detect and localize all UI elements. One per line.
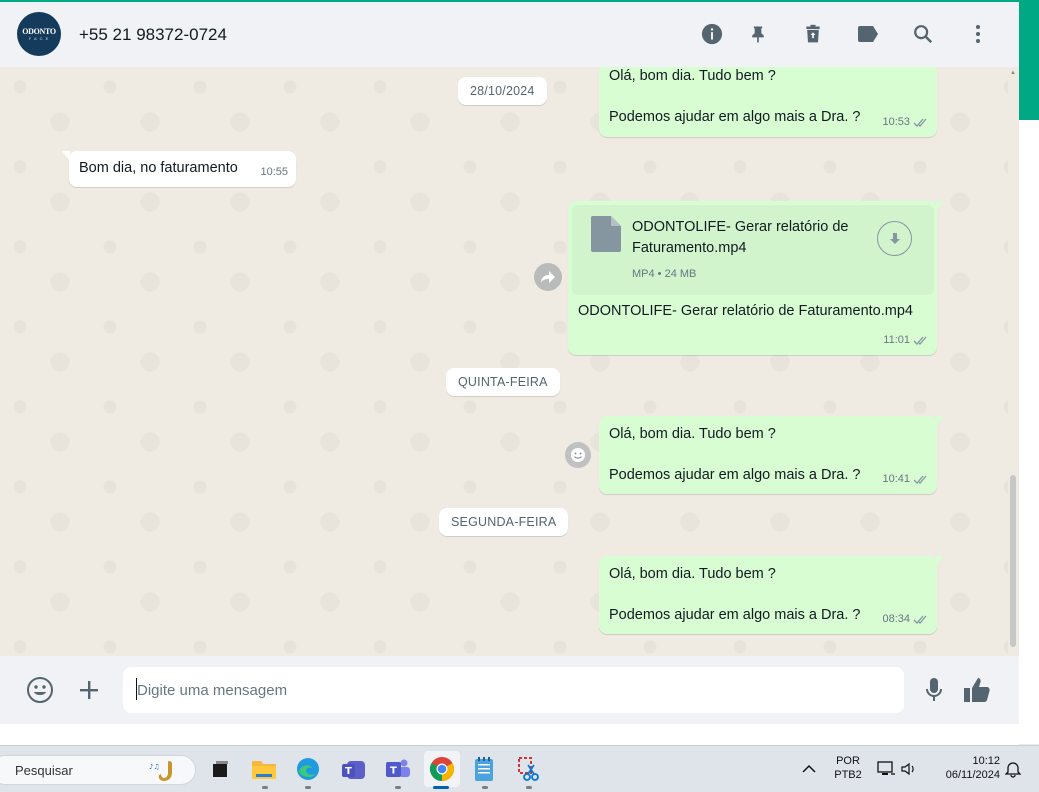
message-bubble-incoming[interactable]: Bom dia, no faturamento 10:55 — [62, 151, 296, 187]
message-text: Podemos ajudar em algo mais a Dra. ? — [609, 109, 861, 125]
chat-scrollbar-thumb[interactable] — [1010, 475, 1016, 647]
clock-time: 10:12 — [972, 755, 1000, 767]
message-bubble-outgoing[interactable]: Olá, bom dia. Tudo bem ? Podemos ajudar … — [599, 67, 937, 137]
taskbar-search-placeholder: Pesquisar — [15, 763, 73, 778]
chat-header: ODONTO F A C E +55 21 98372-0724 — [0, 0, 1019, 67]
edge-icon[interactable] — [292, 753, 324, 785]
thumbs-up-icon[interactable] — [963, 676, 991, 704]
message-composer — [0, 656, 1019, 724]
read-ticks-icon — [913, 475, 927, 484]
chat-area[interactable]: Olá, bom dia. Tudo bem ? Podemos ajudar … — [0, 67, 1008, 656]
info-icon[interactable] — [700, 22, 724, 46]
message-input[interactable] — [123, 667, 904, 713]
date-separator: 28/10/2024 — [458, 77, 547, 105]
teams-classic-icon[interactable]: T — [382, 753, 414, 785]
message-meta: 10:55 — [260, 163, 288, 182]
contact-avatar[interactable]: ODONTO F A C E — [17, 12, 61, 56]
pin-icon[interactable] — [746, 22, 770, 46]
file-caption: ODONTOLIFE- Gerar relatório de Faturamen… — [578, 303, 913, 319]
date-separator: QUINTA-FEIRA — [446, 368, 560, 396]
saxophone-icon: ♪♫ — [149, 761, 172, 781]
file-name: ODONTOLIFE- Gerar relatório de Faturamen… — [632, 219, 849, 256]
language-code: POR — [836, 755, 860, 767]
file-explorer-icon[interactable] — [248, 753, 280, 785]
read-ticks-icon — [913, 118, 927, 127]
notification-bell-icon[interactable] — [1000, 753, 1026, 785]
message-time: 08:34 — [882, 613, 910, 625]
message-text: Podemos ajudar em algo mais a Dra. ? — [609, 607, 861, 623]
message-bubble-outgoing[interactable]: Olá, bom dia. Tudo bem ? Podemos ajudar … — [599, 416, 944, 494]
message-bubble-outgoing[interactable]: Olá, bom dia. Tudo bem ? Podemos ajudar … — [599, 556, 944, 634]
message-meta: 08:34 — [882, 610, 929, 629]
input-language[interactable]: POR PTB2 — [833, 754, 863, 782]
avatar-logo-text: ODONTO — [22, 27, 56, 36]
window-accent-strip — [1019, 0, 1039, 120]
volume-icon[interactable] — [896, 753, 922, 785]
date-separator: SEGUNDA-FEIRA — [439, 508, 569, 536]
keyboard-layout: PTB2 — [834, 769, 862, 781]
file-attachment-card[interactable]: ODONTOLIFE- Gerar relatório de Faturamen… — [572, 205, 934, 295]
message-bubble-file[interactable]: ODONTOLIFE- Gerar relatório de Faturamen… — [568, 201, 944, 355]
message-meta: 11:01 — [883, 331, 929, 350]
task-view-icon[interactable] — [204, 753, 236, 785]
taskbar-search-box[interactable]: Pesquisar ♪♫ — [0, 755, 196, 785]
file-meta: MP4 • 24 MB — [632, 268, 697, 280]
emoji-icon[interactable] — [26, 676, 54, 704]
download-icon[interactable] — [877, 221, 912, 256]
message-meta: 10:41 — [882, 470, 929, 489]
message-text: Olá, bom dia. Tudo bem ? — [609, 68, 776, 84]
windows-taskbar: Pesquisar ♪♫ T T POR PTB2 10:12 06/11/20… — [0, 745, 1039, 792]
teams-icon[interactable]: T — [338, 753, 370, 785]
message-time: 10:55 — [260, 166, 288, 178]
mic-icon[interactable] — [920, 676, 948, 704]
avatar-logo-subtext: F A C E — [28, 36, 50, 41]
system-clock[interactable]: 10:12 06/11/2024 — [932, 754, 1000, 782]
message-text: Bom dia, no faturamento — [79, 160, 238, 176]
search-icon[interactable] — [911, 22, 935, 46]
message-text: Olá, bom dia. Tudo bem ? — [609, 426, 776, 442]
svg-text:T: T — [345, 766, 352, 777]
read-ticks-icon — [913, 615, 927, 624]
forward-icon[interactable] — [534, 263, 562, 291]
delete-icon[interactable] — [801, 22, 825, 46]
document-icon — [591, 216, 621, 252]
message-time: 10:41 — [882, 473, 910, 485]
message-text: Podemos ajudar em algo mais a Dra. ? — [609, 467, 861, 483]
window-edge — [1019, 120, 1039, 744]
menu-icon[interactable] — [966, 22, 990, 46]
chrome-icon[interactable] — [424, 751, 460, 787]
label-icon[interactable] — [856, 22, 880, 46]
plus-icon[interactable] — [75, 676, 103, 704]
react-emoji-icon[interactable] — [565, 442, 591, 468]
message-text: Olá, bom dia. Tudo bem ? — [609, 566, 776, 582]
text-caret — [136, 678, 137, 700]
read-ticks-icon — [913, 336, 927, 345]
contact-name[interactable]: +55 21 98372-0724 — [79, 25, 227, 45]
message-time: 10:53 — [882, 116, 910, 128]
chevron-up-icon[interactable] — [795, 753, 823, 785]
svg-text:T: T — [390, 766, 397, 777]
clock-date: 06/11/2024 — [945, 769, 1000, 781]
scroll-up-arrow-icon[interactable]: ▲ — [1010, 70, 1016, 76]
svg-text:♪♫: ♪♫ — [149, 763, 160, 771]
message-meta: 10:53 — [882, 113, 929, 132]
message-time: 11:01 — [883, 334, 910, 346]
window-bottom-edge — [0, 724, 1019, 746]
snipping-tool-icon[interactable] — [512, 753, 544, 785]
notepad-icon[interactable] — [468, 753, 500, 785]
